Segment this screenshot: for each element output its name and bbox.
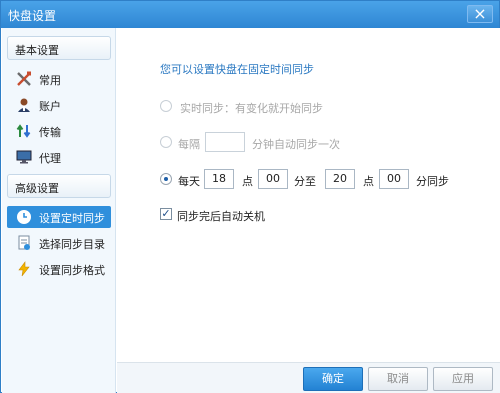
interval-minutes-input[interactable]	[205, 132, 245, 152]
start-hour-input[interactable]: 18	[204, 169, 234, 189]
settings-panel: 您可以设置快盘在固定时间同步 实时同步：有变化就开始同步 每隔 分钟自动同步一次…	[117, 28, 500, 362]
sidebar-item-account[interactable]: 账户	[7, 94, 111, 116]
sidebar-item-sync-folders[interactable]: 选择同步目录	[7, 232, 111, 254]
sidebar-item-label: 账户	[39, 100, 61, 113]
title-bar[interactable]: 快盘设置 ×	[1, 1, 499, 28]
sidebar-item-sync-format[interactable]: 设置同步格式	[7, 258, 111, 280]
shutdown-row: ✓ 同步完后自动关机	[160, 204, 360, 224]
sidebar-item-proxy[interactable]: 代理	[7, 146, 111, 168]
lightning-icon	[18, 261, 30, 277]
end-minute-input[interactable]: 00	[379, 169, 409, 189]
sidebar-item-transfer[interactable]: 传输	[7, 120, 111, 142]
sidebar-item-label: 代理	[39, 152, 61, 165]
window-title: 快盘设置	[8, 9, 57, 23]
sidebar-item-label: 设置同步格式	[39, 264, 105, 277]
shutdown-label: 同步完后自动关机	[177, 210, 265, 223]
daily-sync-radio[interactable]	[160, 173, 172, 185]
realtime-sync-row: 实时同步：有变化就开始同步	[160, 96, 480, 116]
realtime-sync-label: 实时同步：有变化就开始同步	[180, 102, 323, 115]
transfer-arrows-icon	[16, 124, 31, 138]
close-icon: ×	[473, 4, 487, 23]
sidebar: 基本设置 常用 账户 传输 代理 高级设置 设置定时同步 选择同步目录 设置同步…	[2, 28, 116, 393]
close-button[interactable]: ×	[467, 5, 493, 23]
panel-heading: 您可以设置快盘在固定时间同步	[160, 63, 314, 76]
tools-icon	[17, 71, 31, 86]
advanced-settings-header: 高级设置	[7, 174, 111, 198]
settings-window: 快盘设置 × 基本设置 常用 账户 传输 代理 高级设置 设置定时同步 选择同步…	[0, 0, 500, 393]
sidebar-item-label: 选择同步目录	[39, 238, 105, 251]
realtime-sync-radio[interactable]	[160, 100, 172, 112]
apply-button[interactable]: 应用	[433, 367, 493, 391]
hour-unit-label: 点	[363, 175, 374, 188]
interval-suffix-label: 分钟自动同步一次	[252, 138, 340, 151]
clock-icon	[17, 210, 31, 224]
interval-sync-row: 每隔 分钟自动同步一次	[160, 132, 480, 152]
user-icon	[18, 98, 30, 112]
daily-suffix-label: 分同步	[416, 175, 449, 188]
daily-sync-row: 每天 18 点 00 分至 20 点 00 分同步	[160, 169, 490, 189]
basic-settings-header: 基本设置	[7, 36, 111, 60]
to-label: 分至	[294, 175, 316, 188]
daily-prefix-label: 每天	[178, 175, 200, 188]
button-bar: 确定 取消 应用	[117, 362, 500, 393]
folder-doc-icon	[18, 235, 30, 250]
end-hour-input[interactable]: 20	[325, 169, 355, 189]
hour-unit-label: 点	[242, 175, 253, 188]
sidebar-item-label: 传输	[39, 126, 61, 139]
sidebar-item-general[interactable]: 常用	[7, 68, 111, 90]
ok-button[interactable]: 确定	[303, 367, 363, 391]
cancel-button[interactable]: 取消	[368, 367, 428, 391]
monitor-icon	[16, 150, 32, 164]
interval-prefix-label: 每隔	[178, 138, 200, 151]
start-minute-input[interactable]: 00	[258, 169, 288, 189]
interval-sync-radio[interactable]	[160, 136, 172, 148]
sidebar-item-label: 设置定时同步	[39, 212, 105, 225]
shutdown-checkbox[interactable]: ✓	[160, 208, 172, 220]
sidebar-item-scheduled-sync[interactable]: 设置定时同步	[7, 206, 111, 228]
sidebar-item-label: 常用	[39, 74, 61, 87]
